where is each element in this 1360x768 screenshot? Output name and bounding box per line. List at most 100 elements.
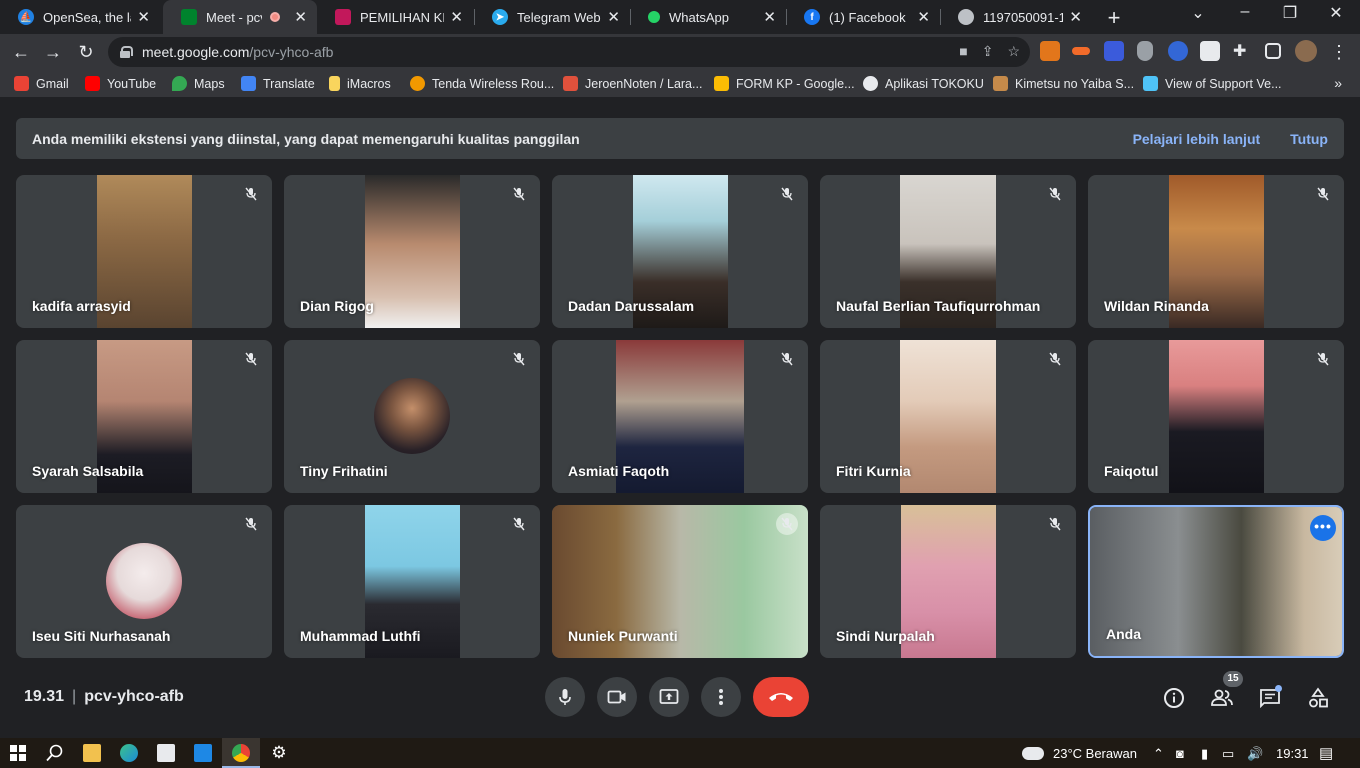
microphone-tray-icon[interactable]: ▮ <box>1201 746 1208 762</box>
close-tab-icon[interactable]: ✕ <box>917 8 930 26</box>
back-button[interactable]: ← <box>8 39 34 65</box>
participant-tile[interactable]: Nuniek Purwanti <box>552 505 808 658</box>
camera-blocked-icon[interactable]: ■ <box>959 43 967 60</box>
tab-title: PEMILIHAN KETU <box>360 9 444 25</box>
url-path: /pcv-yhco-afb <box>249 44 334 60</box>
participant-tile[interactable]: Asmiati Faqoth <box>552 340 808 493</box>
edge-icon[interactable] <box>120 744 138 762</box>
volume-icon[interactable]: 🔊 <box>1247 746 1263 762</box>
camera-button[interactable] <box>597 677 637 717</box>
participant-tile[interactable]: Iseu Siti Nurhasanah <box>16 505 272 658</box>
bookmark-form-kp[interactable]: FORM KP - Google... <box>714 76 855 91</box>
tab-title: Meet - pcv-y <box>206 9 262 25</box>
participant-tile[interactable]: Fitri Kurnia <box>820 340 1076 493</box>
participant-tile[interactable]: Dian Rigog <box>284 175 540 328</box>
more-options-icon[interactable]: ••• <box>1310 515 1336 541</box>
share-icon[interactable]: ⇪ <box>982 43 994 60</box>
learn-more-link[interactable]: Pelajari lebih lanjut <box>1133 131 1261 147</box>
extension-icon[interactable] <box>1200 41 1220 61</box>
participant-tile[interactable]: Tiny Frihatini <box>284 340 540 493</box>
close-banner-button[interactable]: Tutup <box>1290 131 1328 147</box>
camera-icon <box>607 690 626 704</box>
restore-button[interactable]: ❐ <box>1278 3 1302 23</box>
bookmark-jeroennoten[interactable]: JeroenNoten / Lara... <box>563 76 702 91</box>
self-view-tile[interactable]: ••• Anda <box>1088 505 1344 658</box>
url-host: meet.google.com <box>142 44 250 60</box>
participant-tile[interactable]: Naufal Berlian Taufiqurrohman <box>820 175 1076 328</box>
participant-tile[interactable]: Faiqotul <box>1088 340 1344 493</box>
participant-tile[interactable]: Sindi Nurpalah <box>820 505 1076 658</box>
bookmark-tokoku[interactable]: Aplikasi TOKOKU <box>863 76 984 91</box>
participant-name: Dadan Darussalam <box>568 298 695 314</box>
tab-opensea[interactable]: ⛵ OpenSea, the larg ✕ <box>0 0 160 34</box>
windows-start-icon[interactable] <box>10 745 26 761</box>
participant-tile[interactable]: kadifa arrasyid <box>16 175 272 328</box>
taskbar-clock[interactable]: 19:31 <box>1276 746 1309 761</box>
activities-button[interactable] <box>1306 686 1330 710</box>
tray-expand-icon[interactable]: ⌃ <box>1153 746 1164 762</box>
side-panel-icon[interactable] <box>1265 43 1281 59</box>
mail-icon[interactable] <box>194 744 212 762</box>
participant-name: Nuniek Purwanti <box>568 628 678 644</box>
bookmark-imacros[interactable]: iMacros <box>329 76 391 91</box>
participant-tile[interactable]: Syarah Salsabila <box>16 340 272 493</box>
close-tab-icon[interactable]: ✕ <box>1069 8 1082 26</box>
network-icon[interactable]: ▭ <box>1222 746 1234 762</box>
close-tab-icon[interactable]: ✕ <box>607 8 620 26</box>
minimize-button[interactable]: – <box>1233 3 1257 21</box>
microphone-button[interactable] <box>545 677 585 717</box>
shield-extension-icon[interactable] <box>1137 41 1153 61</box>
extension-icon[interactable] <box>1168 41 1188 61</box>
tab-pemilihan[interactable]: PEMILIHAN KETU ✕ <box>317 0 473 34</box>
tab-search-icon[interactable]: ⌄ <box>1186 3 1210 23</box>
tab-meet[interactable]: Meet - pcv-y ✕ <box>163 0 317 34</box>
bookmark-view-of-support[interactable]: View of Support Ve... <box>1143 76 1282 91</box>
chrome-taskbar-button[interactable] <box>222 738 260 768</box>
bookmark-youtube[interactable]: YouTube <box>85 76 156 91</box>
bookmark-translate[interactable]: Translate <box>241 76 315 91</box>
extension-icon[interactable] <box>1072 47 1090 55</box>
extensions-puzzle-icon[interactable]: ✚ <box>1233 41 1253 61</box>
weather-text[interactable]: 23°C Berawan <box>1053 746 1137 761</box>
store-icon[interactable] <box>157 744 175 762</box>
participant-tile[interactable]: Muhammad Luthfi <box>284 505 540 658</box>
tab-facebook[interactable]: f (1) Facebook ✕ <box>786 0 940 34</box>
new-tab-button[interactable]: + <box>1103 5 1125 31</box>
close-tab-icon[interactable]: ✕ <box>450 8 463 26</box>
extension-icon[interactable] <box>1104 41 1124 61</box>
participant-count-badge: 15 <box>1223 671 1243 687</box>
address-bar[interactable]: meet.google.com/pcv-yhco-afb ■ ⇪ ☆ <box>108 37 1030 67</box>
profile-avatar[interactable] <box>1295 40 1317 62</box>
notifications-icon[interactable]: ▤ <box>1319 744 1333 762</box>
tab-whatsapp[interactable]: WhatsApp ✕ <box>630 0 786 34</box>
tab-telegram[interactable]: ➤ Telegram Web ✕ <box>474 0 630 34</box>
tab-1197050091[interactable]: 1197050091-165 ✕ <box>940 0 1092 34</box>
close-window-button[interactable]: ✕ <box>1324 3 1348 23</box>
reload-button[interactable]: ↻ <box>73 39 99 65</box>
forward-button[interactable]: → <box>40 39 66 65</box>
webcam-tray-icon[interactable]: ◙ <box>1176 746 1184 761</box>
present-screen-button[interactable] <box>649 677 689 717</box>
meeting-details-button[interactable] <box>1162 686 1186 710</box>
close-tab-icon[interactable]: ✕ <box>294 8 307 26</box>
menu-kebab-icon[interactable]: ⋮ <box>1326 39 1352 65</box>
participant-tile[interactable]: Dadan Darussalam <box>552 175 808 328</box>
bookmark-gmail[interactable]: Gmail <box>14 76 69 91</box>
more-options-button[interactable] <box>701 677 741 717</box>
bookmark-star-icon[interactable]: ☆ <box>1007 43 1020 60</box>
participant-tile[interactable]: Wildan Rinanda <box>1088 175 1344 328</box>
tab-strip: ⛵ OpenSea, the larg ✕ Meet - pcv-y ✕ PEM… <box>0 0 1360 34</box>
close-tab-icon[interactable]: ✕ <box>137 8 150 26</box>
present-screen-icon <box>659 689 679 704</box>
leave-call-button[interactable] <box>753 677 809 717</box>
settings-gear-icon[interactable]: ⚙ <box>270 744 288 762</box>
file-explorer-icon[interactable] <box>83 744 101 762</box>
bookmark-kimetsu[interactable]: Kimetsu no Yaiba S... <box>993 76 1134 91</box>
bookmark-maps[interactable]: Maps <box>172 76 225 91</box>
bookmark-tenda[interactable]: Tenda Wireless Rou... <box>410 76 554 91</box>
search-icon[interactable] <box>46 744 64 762</box>
bookmarks-overflow-icon[interactable]: » <box>1334 75 1342 91</box>
close-tab-icon[interactable]: ✕ <box>763 8 776 26</box>
metamask-extension-icon[interactable] <box>1040 41 1060 61</box>
people-button[interactable] <box>1210 686 1234 710</box>
